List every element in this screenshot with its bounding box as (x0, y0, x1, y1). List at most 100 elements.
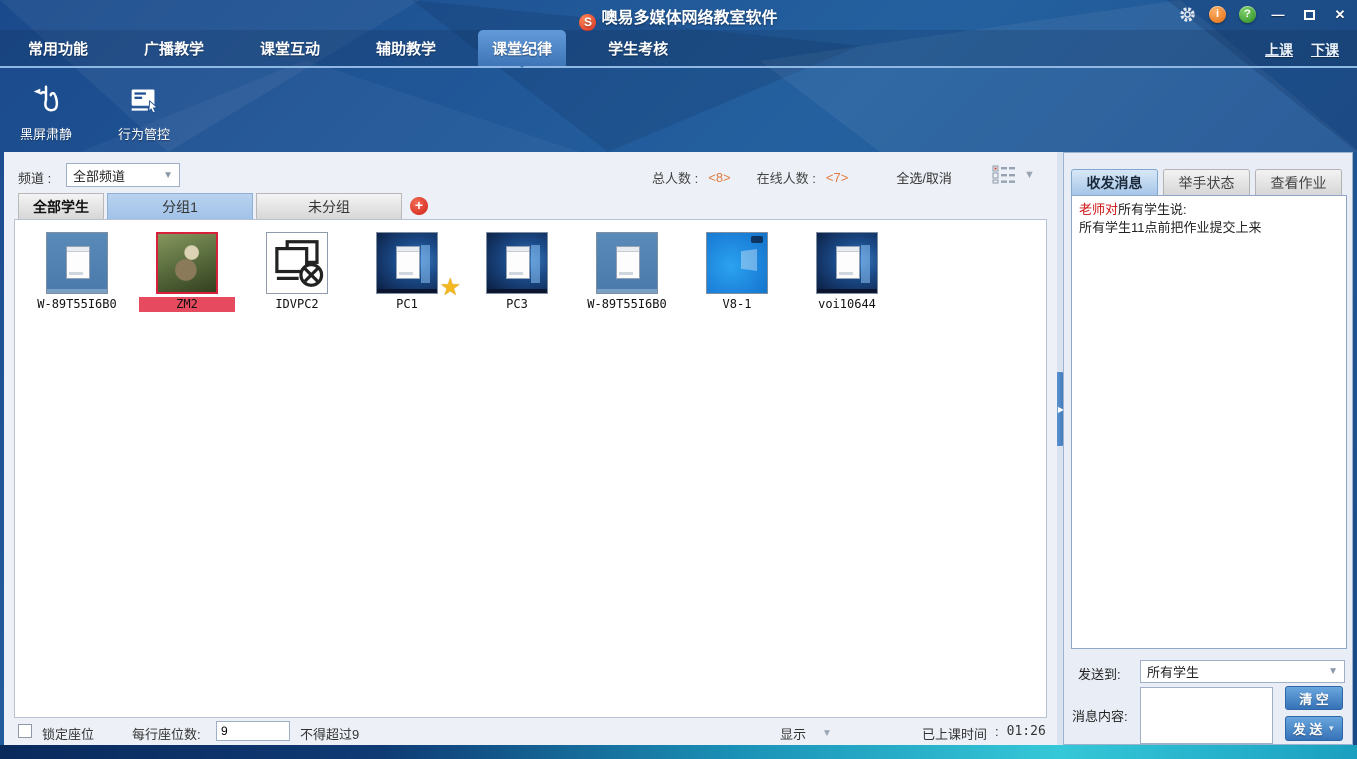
lock-seat-label: 锁定座位 (42, 724, 94, 743)
group-tab[interactable]: 分组1 (107, 193, 253, 219)
desktop-window-shape (616, 246, 640, 279)
app-title-wrap: S噢易多媒体网络教室软件 (0, 4, 1357, 31)
group-tab[interactable]: 未分组 (256, 193, 402, 219)
send-to-select[interactable]: 所有学生 ▼ (1140, 660, 1345, 683)
lock-seat-checkbox[interactable] (18, 724, 32, 738)
student-panel: 频道 : 全部频道 ▼ 总人数 : <8> 在线人数 : <7> 全选/取消 ▼ (4, 152, 1057, 745)
close-button[interactable]: ✕ (1331, 7, 1349, 23)
group-tab-bar: 全部学生分组1未分组 (18, 193, 402, 219)
class-link[interactable]: 上课 (1265, 40, 1293, 60)
class-time-value: 01:26 (1007, 724, 1046, 743)
message-line-2: 所有学生11点前把作业提交上来 (1079, 219, 1339, 237)
help-icon[interactable]: ? (1239, 6, 1256, 23)
menu-item-label: 广播教学 (144, 38, 204, 59)
student-screen-preview (266, 232, 328, 294)
chevron-down-icon: ▼ (1327, 724, 1335, 733)
message-history[interactable]: 老师对所有学生说: 所有学生11点前把作业提交上来 (1071, 195, 1347, 649)
send-button-label: 发 送 (1293, 719, 1323, 738)
student-name: ZM2 (139, 297, 235, 312)
student-thumbnail[interactable]: W-89T55I6B0 ★ (579, 232, 675, 312)
student-screen-preview (596, 232, 658, 294)
menu-item[interactable]: 课堂互动 (246, 30, 334, 66)
chevron-down-icon: ▼ (1328, 666, 1338, 677)
student-screen-preview (46, 232, 108, 294)
menu-item[interactable]: 学生考核 (594, 30, 682, 66)
menu-item[interactable]: 辅助教学 (362, 30, 450, 66)
send-to-value: 所有学生 (1147, 662, 1199, 681)
student-screen-preview (486, 232, 548, 294)
class-link-label: 下课 (1311, 42, 1339, 58)
student-name: IDVPC2 (249, 297, 345, 312)
star-badge-icon: ★ (439, 273, 461, 302)
student-screen-preview (156, 232, 218, 294)
menu-bar: 常用功能 广播教学 课堂互动 辅助教学 课堂纪律 学生考核 上课 下课 (0, 30, 1357, 68)
student-name: PC3 (469, 297, 565, 312)
student-thumbnail[interactable]: ZM2 ★ (139, 232, 235, 312)
menu-item[interactable]: 课堂纪律 (478, 30, 566, 66)
student-thumbnail[interactable]: IDVPC2 ★ (249, 232, 345, 312)
maximize-button[interactable] (1300, 7, 1318, 23)
student-screen-preview (376, 232, 438, 294)
send-button[interactable]: 发 送 ▼ (1285, 716, 1343, 741)
seat-limit-note: 不得超过9 (300, 724, 359, 743)
blackscreen-quiet-button[interactable]: 黑屏肃静 (8, 78, 84, 150)
channel-select-value: 全部频道 (73, 166, 125, 185)
shush-hand-icon (8, 78, 84, 122)
menu-item-label: 学生考核 (608, 38, 668, 59)
add-group-button[interactable]: + (410, 197, 428, 215)
message-tab-bar: 收发消息 举手状态 查看作业 (1071, 169, 1342, 195)
student-thumbnail[interactable]: W-89T55I6B0 ★ (29, 232, 125, 312)
channel-label: 频道 : (18, 168, 51, 187)
message-tab[interactable]: 查看作业 (1255, 169, 1342, 195)
desktop-window-shape (506, 246, 530, 279)
student-screen-preview (706, 232, 768, 294)
message-content-label: 消息内容: (1072, 706, 1128, 725)
minimize-button[interactable]: — (1269, 7, 1287, 22)
message-content-input[interactable] (1140, 687, 1273, 744)
student-thumbnail[interactable]: PC3 ★ (469, 232, 565, 312)
menu-item[interactable]: 常用功能 (14, 30, 102, 66)
total-count-value: <8> (708, 170, 730, 185)
app-logo-icon: S (579, 14, 596, 31)
student-thumbnail[interactable]: V8-1 ★ (689, 232, 785, 312)
seats-per-row-input[interactable] (216, 721, 290, 741)
menu-item-label: 课堂纪律 (492, 38, 552, 59)
send-to-row: 发送到: 所有学生 ▼ (1064, 659, 1354, 685)
info-icon[interactable]: i (1209, 6, 1226, 23)
desktop-window-shape (66, 246, 90, 279)
group-tab[interactable]: 全部学生 (18, 193, 104, 219)
chevron-down-icon: ▼ (163, 170, 173, 181)
message-tab-label: 查看作业 (1271, 173, 1327, 193)
student-thumbnail[interactable]: PC1 ★ (359, 232, 455, 312)
view-mode-button[interactable]: ▼ (992, 165, 1035, 184)
tool-label: 行为管控 (106, 124, 182, 143)
message-tab[interactable]: 举手状态 (1163, 169, 1250, 195)
menu-item[interactable]: 广播教学 (130, 30, 218, 66)
message-tab-label: 举手状态 (1179, 173, 1235, 193)
channel-select[interactable]: 全部频道 ▼ (66, 163, 180, 187)
offline-monitor-icon (270, 236, 325, 291)
chevron-down-icon: ▼ (1024, 169, 1035, 181)
student-thumbnail[interactable]: voi10644 ★ (799, 232, 895, 312)
tool-label: 黑屏肃静 (8, 124, 84, 143)
class-link[interactable]: 下课 (1311, 40, 1339, 60)
message-sender: 老师对 (1079, 202, 1118, 217)
total-count-label: 总人数 : (652, 168, 698, 187)
menu-item-label: 辅助教学 (376, 38, 436, 59)
student-screen-preview (816, 232, 878, 294)
select-all-toggle[interactable]: 全选/取消 (896, 168, 952, 187)
list-view-icon (992, 165, 1016, 184)
chevron-down-icon: ▼ (822, 728, 832, 739)
app-window: S噢易多媒体网络教室软件 i ? — ✕ 常用功能 广播教学 课堂互动 辅助教学 课堂纪… (0, 0, 1357, 759)
display-dropdown[interactable]: 显示 ▼ (780, 724, 832, 743)
online-count-value: <7> (826, 170, 848, 185)
class-time-wrap: 已上课时间 : 01:26 (922, 724, 1046, 743)
student-grid: W-89T55I6B0 ★ (14, 219, 1047, 718)
settings-icon[interactable] (1179, 6, 1196, 23)
send-to-label: 发送到: (1078, 664, 1121, 683)
window-bottom-border (0, 745, 1357, 759)
clear-button[interactable]: 清 空 (1285, 686, 1343, 710)
behavior-control-button[interactable]: 行为管控 (106, 78, 182, 150)
student-name: voi10644 (799, 297, 895, 312)
message-tab[interactable]: 收发消息 (1071, 169, 1158, 195)
